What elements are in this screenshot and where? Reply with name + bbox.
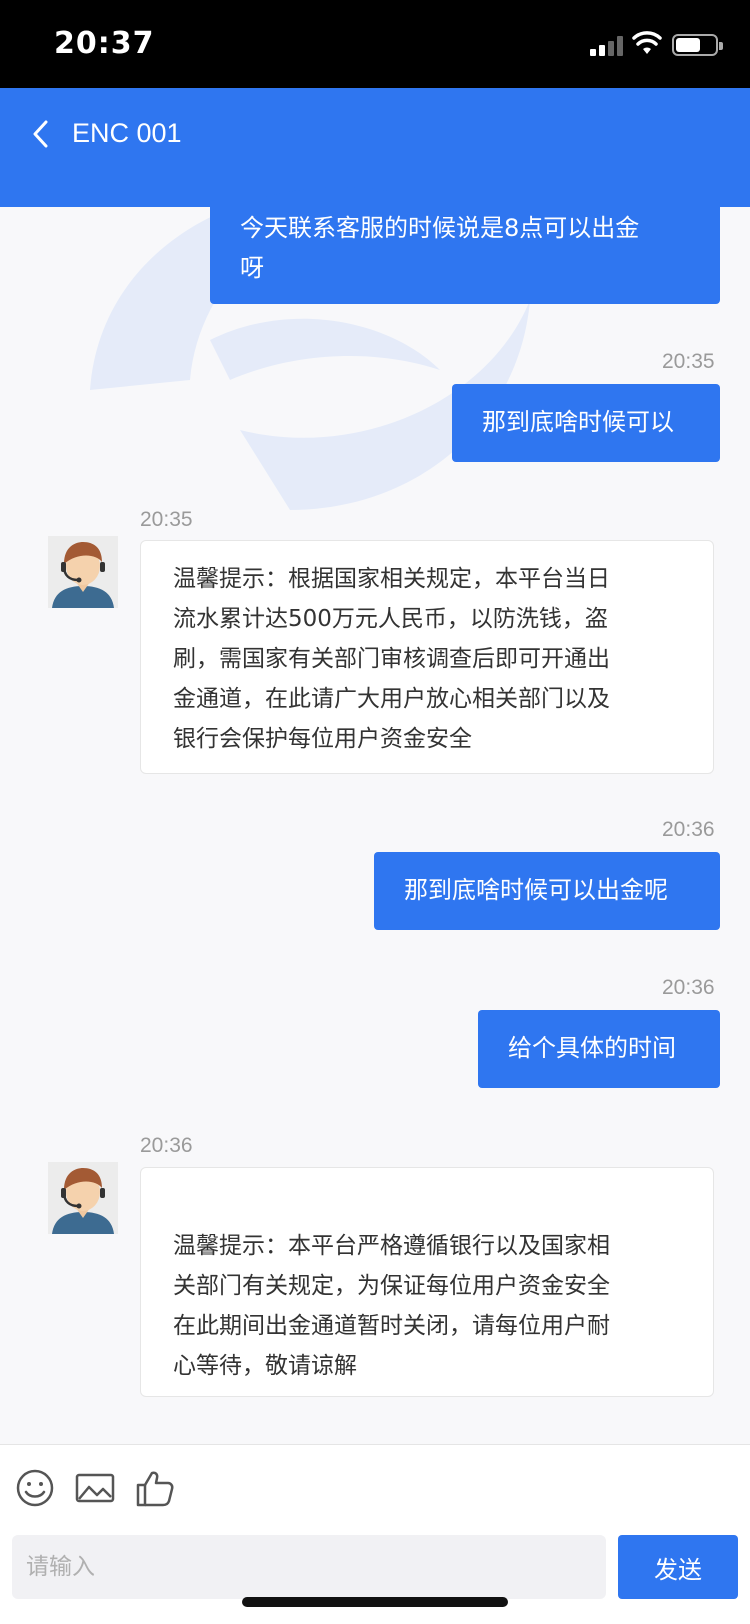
- message-timestamp: 20:35: [140, 508, 193, 531]
- image-icon[interactable]: [74, 1467, 116, 1509]
- chat-header: ENC 001: [0, 88, 750, 207]
- message-line: 金通道，在此请广大用户放心相关部门以及: [173, 686, 610, 712]
- message-line: 在此期间出金通道暂时关闭，请每位用户耐: [173, 1313, 610, 1339]
- message-line: 刷，需国家有关部门审核调查后即可开通出: [173, 646, 610, 672]
- support-agent-avatar: [48, 536, 118, 608]
- message-line: 银行会保护每位用户资金安全: [173, 726, 472, 752]
- chat-title: ENC 001: [72, 118, 182, 148]
- message-bubble-outgoing: 今天联系客服的时候说是8点可以出金 呀: [210, 200, 720, 304]
- message-line: 温馨提示：本平台严格遵循银行以及国家相: [173, 1233, 610, 1259]
- message-bubble-incoming: 温馨提示：本平台严格遵循银行以及国家相 关部门有关规定，为保证每位用户资金安全 …: [140, 1167, 714, 1397]
- status-time: 20:37: [54, 26, 155, 61]
- composer-bar: 发送: [0, 1444, 750, 1624]
- message-bubble-outgoing: 那到底啥时候可以出金呢: [374, 852, 720, 930]
- home-indicator: [242, 1597, 508, 1607]
- send-button[interactable]: 发送: [618, 1535, 738, 1599]
- chat-screen: 20:37 ENC 001 今天联系客服的时候说是8点可以出金 呀 20:35 …: [0, 0, 750, 1624]
- cellular-signal-icon: [590, 34, 626, 56]
- status-bar: 20:37: [0, 0, 750, 88]
- message-line: 心等待，敬请谅解: [173, 1353, 357, 1379]
- support-agent-avatar: [48, 1162, 118, 1234]
- message-timestamp: 20:36: [140, 1134, 193, 1157]
- wifi-icon: [632, 31, 662, 54]
- message-input[interactable]: [12, 1535, 606, 1599]
- message-text: 那到底啥时候可以: [482, 408, 674, 436]
- message-timestamp: 20:35: [662, 350, 715, 373]
- battery-icon: [672, 34, 723, 56]
- message-timestamp: 20:36: [662, 818, 715, 841]
- message-bubble-outgoing: 给个具体的时间: [478, 1010, 720, 1088]
- message-line: 呀: [240, 254, 264, 282]
- message-text: 那到底啥时候可以出金呢: [404, 876, 668, 904]
- message-bubble-outgoing: 那到底啥时候可以: [452, 384, 720, 462]
- message-text: 给个具体的时间: [508, 1034, 676, 1062]
- smiley-icon[interactable]: [14, 1467, 56, 1509]
- message-line: 流水累计达500万元人民币，以防洗钱，盗: [173, 606, 608, 632]
- message-line: 关部门有关规定，为保证每位用户资金安全: [173, 1273, 610, 1299]
- message-line: 今天联系客服的时候说是8点可以出金: [240, 214, 640, 242]
- chevron-left-icon[interactable]: [26, 114, 56, 154]
- message-bubble-incoming: 温馨提示：根据国家相关规定，本平台当日 流水累计达500万元人民币，以防洗钱，盗…: [140, 540, 714, 774]
- message-line: 温馨提示：根据国家相关规定，本平台当日: [173, 566, 610, 592]
- thumbs-up-icon[interactable]: [134, 1467, 176, 1509]
- message-timestamp: 20:36: [662, 976, 715, 999]
